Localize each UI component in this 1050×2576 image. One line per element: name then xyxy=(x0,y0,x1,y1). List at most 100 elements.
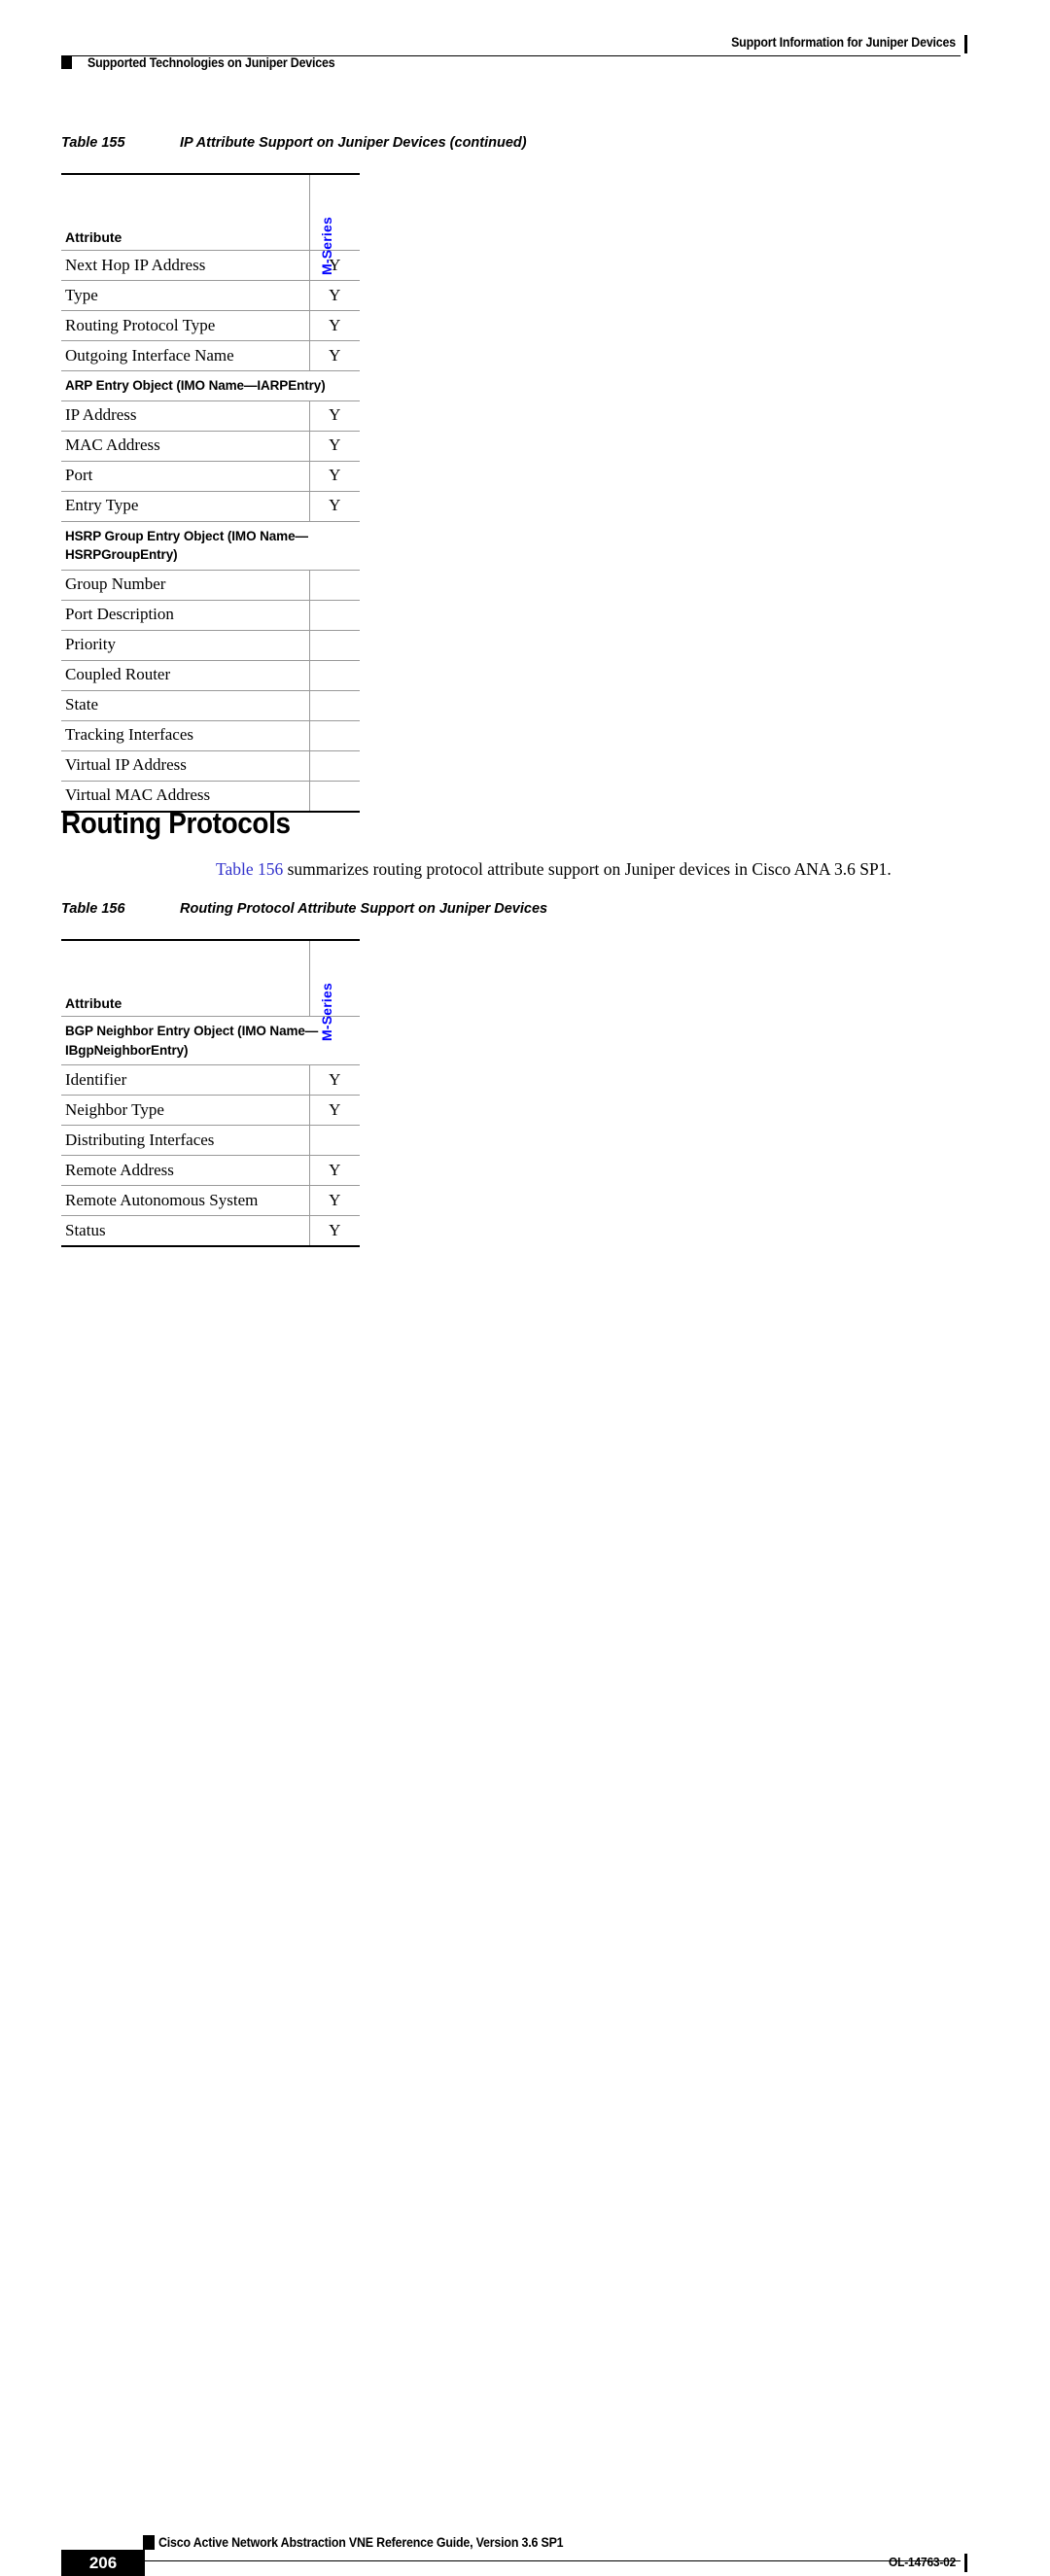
table-155-row: Port Y xyxy=(61,461,360,492)
table-156-crossref-link[interactable]: Table 156 xyxy=(216,859,283,879)
table-155-section-label: HSRP Group Entry Object (IMO Name—HSRPGr… xyxy=(61,521,360,571)
table-156-body: Attribute M-Series BGP Neighbor Entry Obje… xyxy=(61,939,360,1248)
footer-page-number: 206 xyxy=(61,2550,145,2576)
table-155-row: Type Y xyxy=(61,280,360,311)
table-155-cell-attribute: Group Number xyxy=(61,570,310,601)
table-155-row: Group Number xyxy=(61,570,360,601)
table-156-row: Status Y xyxy=(61,1215,360,1248)
table-155-body: Attribute M-Series Next Hop IP Address Y Typ… xyxy=(61,173,360,813)
table-155-section-row: HSRP Group Entry Object (IMO Name—HSRPGr… xyxy=(61,521,360,571)
table-155-cell-mseries xyxy=(309,660,360,691)
table-155-row: Virtual IP Address xyxy=(61,750,360,782)
table-155-cell-attribute: Entry Type xyxy=(61,491,310,522)
table-155-row: Entry Type Y xyxy=(61,491,360,522)
table-156-caption-number: Table 156 xyxy=(61,901,125,917)
square-bullet-icon xyxy=(61,55,72,69)
table-155-cell-attribute: Routing Protocol Type xyxy=(61,310,310,341)
table-156-caption-title: Routing Protocol Attribute Support on Ju… xyxy=(180,901,548,917)
table-155-row: Coupled Router xyxy=(61,660,360,691)
table-155-cell-attribute: Priority xyxy=(61,630,310,661)
table-155-header-mseries: M-Series xyxy=(309,173,360,275)
table-156: Attribute M-Series BGP Neighbor Entry Obje… xyxy=(61,939,360,1248)
table-156-cell-attribute: Distributing Interfaces xyxy=(61,1125,310,1157)
table-156-cell-mseries: Y xyxy=(309,1215,360,1248)
table-155: Attribute M-Series Next Hop IP Address Y Typ… xyxy=(61,173,360,813)
table-155-cell-mseries: Y xyxy=(309,250,360,281)
section-intro-text: summarizes routing protocol attribute su… xyxy=(283,859,892,879)
table-156-cell-mseries: Y xyxy=(309,1185,360,1217)
table-155-cell-attribute: Coupled Router xyxy=(61,660,310,691)
footer-guide-title: Cisco Active Network Abstraction VNE Ref… xyxy=(158,2535,564,2550)
table-155-cell-attribute: Port xyxy=(61,461,310,492)
page-running-header: Support Information for Juniper Devices … xyxy=(0,0,1050,87)
section-intro-paragraph: Table 156 summarizes routing protocol at… xyxy=(216,859,955,881)
table-155-cell-mseries xyxy=(309,690,360,721)
table-155-cell-mseries xyxy=(309,781,360,813)
table-155-caption-number: Table 155 xyxy=(61,135,125,151)
header-chapter-title: Support Information for Juniper Devices xyxy=(731,35,956,50)
table-156-row: Neighbor Type Y xyxy=(61,1095,360,1127)
table-156-cell-mseries: Y xyxy=(309,1155,360,1187)
table-155-header-attribute: Attribute xyxy=(61,173,310,251)
table-155-cell-attribute: Outgoing Interface Name xyxy=(61,340,310,371)
table-156-cell-attribute: Status xyxy=(61,1215,310,1248)
table-155-header-row: Attribute M-Series xyxy=(61,173,360,275)
table-155-row: MAC Address Y xyxy=(61,431,360,462)
table-155-cell-mseries: Y xyxy=(309,491,360,522)
table-156-header-attribute: Attribute xyxy=(61,939,310,1017)
table-155-cell-attribute: Virtual IP Address xyxy=(61,750,310,782)
table-155-row: State xyxy=(61,690,360,721)
table-156-row: Remote Autonomous System Y xyxy=(61,1185,360,1217)
table-155-cell-attribute: Port Description xyxy=(61,600,310,631)
table-155-cell-mseries: Y xyxy=(309,310,360,341)
table-155-cell-mseries xyxy=(309,570,360,601)
table-156-header-row: Attribute M-Series xyxy=(61,939,360,1041)
header-section-title: Supported Technologies on Juniper Device… xyxy=(88,55,335,70)
table-155-cell-mseries: Y xyxy=(309,280,360,311)
table-155-row: Routing Protocol Type Y xyxy=(61,310,360,341)
table-155-section-row: ARP Entry Object (IMO Name—IARPEntry) xyxy=(61,370,360,401)
table-156-header-mseries: M-Series xyxy=(309,939,360,1041)
table-155-row: IP Address Y xyxy=(61,400,360,432)
table-155-cell-attribute: Tracking Interfaces xyxy=(61,720,310,751)
header-edge-tick xyxy=(964,35,967,53)
table-156-cell-attribute: Neighbor Type xyxy=(61,1095,310,1127)
table-155-row: Outgoing Interface Name Y xyxy=(61,340,360,371)
footer-rule xyxy=(61,2560,961,2561)
table-155-cell-mseries: Y xyxy=(309,340,360,371)
table-156-section-row: BGP Neighbor Entry Object (IMO Name—IBgp… xyxy=(61,1016,360,1066)
table-155-row: Port Description xyxy=(61,600,360,631)
table-155-cell-attribute: Type xyxy=(61,280,310,311)
table-156-section-label: BGP Neighbor Entry Object (IMO Name—IBgp… xyxy=(61,1016,360,1066)
table-156-row: Distributing Interfaces xyxy=(61,1125,360,1157)
table-155-cell-attribute: IP Address xyxy=(61,400,310,432)
table-155-cell-mseries xyxy=(309,600,360,631)
table-155-cell-mseries: Y xyxy=(309,461,360,492)
footer-edge-tick xyxy=(964,2554,967,2572)
table-155-cell-mseries: Y xyxy=(309,400,360,432)
table-155-section-label: ARP Entry Object (IMO Name—IARPEntry) xyxy=(61,370,360,401)
table-155-cell-mseries: Y xyxy=(309,431,360,462)
table-155-cell-attribute: Next Hop IP Address xyxy=(61,250,310,281)
table-155-row: Next Hop IP Address Y xyxy=(61,250,360,281)
page-section-heading: Routing Protocols xyxy=(61,806,291,840)
footer-square-bullet-icon xyxy=(143,2535,155,2550)
table-155-cell-attribute: MAC Address xyxy=(61,431,310,462)
table-156-cell-mseries: Y xyxy=(309,1095,360,1127)
table-156-cell-attribute: Remote Address xyxy=(61,1155,310,1187)
page-running-footer: Cisco Active Network Abstraction VNE Ref… xyxy=(0,1261,1050,2576)
footer-document-id: OL-14763-02 xyxy=(888,2555,956,2569)
table-155-caption-title: IP Attribute Support on Juniper Devices … xyxy=(180,135,527,151)
table-155-cell-mseries xyxy=(309,630,360,661)
table-156-header-mseries-label: M-Series xyxy=(319,983,335,1041)
table-156-cell-mseries xyxy=(309,1125,360,1157)
table-156-cell-mseries: Y xyxy=(309,1064,360,1097)
table-156-row: Identifier Y xyxy=(61,1064,360,1097)
table-155-row: Priority xyxy=(61,630,360,661)
table-155-row: Tracking Interfaces xyxy=(61,720,360,751)
table-156-cell-attribute: Remote Autonomous System xyxy=(61,1185,310,1217)
table-155-cell-mseries xyxy=(309,750,360,782)
table-155-cell-attribute: State xyxy=(61,690,310,721)
table-156-row: Remote Address Y xyxy=(61,1155,360,1187)
table-155-header-mseries-label: M-Series xyxy=(319,217,335,275)
